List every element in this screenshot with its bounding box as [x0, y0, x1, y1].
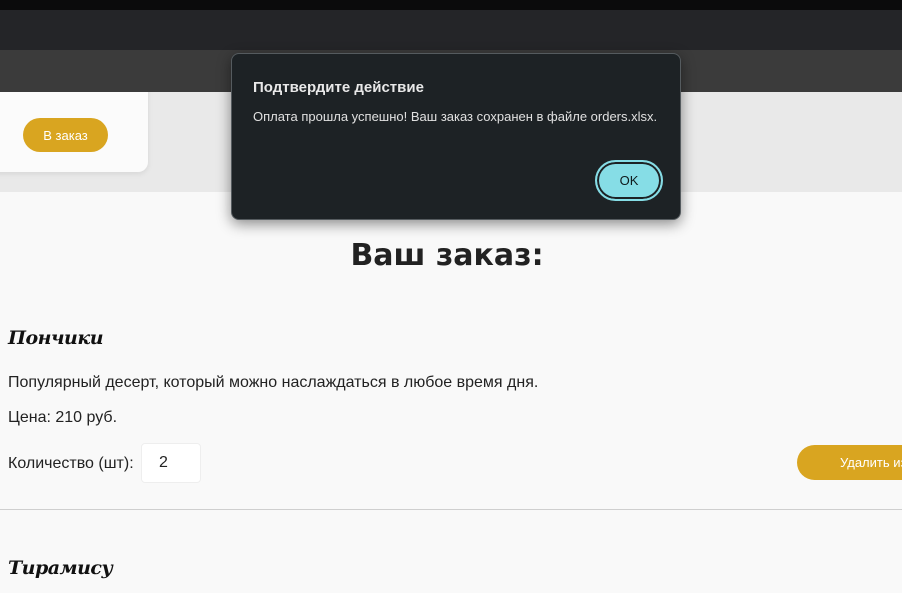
quantity-input[interactable] — [141, 443, 201, 483]
order-section: Ваш заказ: Пончики Популярный десерт, ко… — [0, 192, 902, 593]
delete-from-order-button[interactable]: Удалить из заказа — [797, 445, 902, 480]
confirm-dialog: Подтвердите действие Оплата прошла успеш… — [231, 53, 681, 220]
browser-top-strip — [0, 0, 902, 10]
browser-toolbar — [0, 10, 902, 50]
product-card: В заказ — [0, 92, 148, 172]
order-item-price: Цена: 210 руб. — [8, 409, 118, 426]
order-item-name: Пончики — [8, 327, 104, 349]
order-item-name: Тирамису — [8, 557, 113, 579]
dialog-title: Подтвердите действие — [253, 79, 424, 96]
item-divider — [0, 509, 902, 510]
add-to-order-button[interactable]: В заказ — [23, 118, 108, 152]
order-item-description: Популярный десерт, который можно наслажд… — [8, 374, 539, 391]
order-title: Ваш заказ: — [350, 238, 544, 273]
ok-button[interactable]: OK — [595, 160, 663, 201]
dialog-message: Оплата прошла успешно! Ваш заказ сохране… — [253, 109, 658, 124]
quantity-label: Количество (шт): — [8, 455, 134, 472]
